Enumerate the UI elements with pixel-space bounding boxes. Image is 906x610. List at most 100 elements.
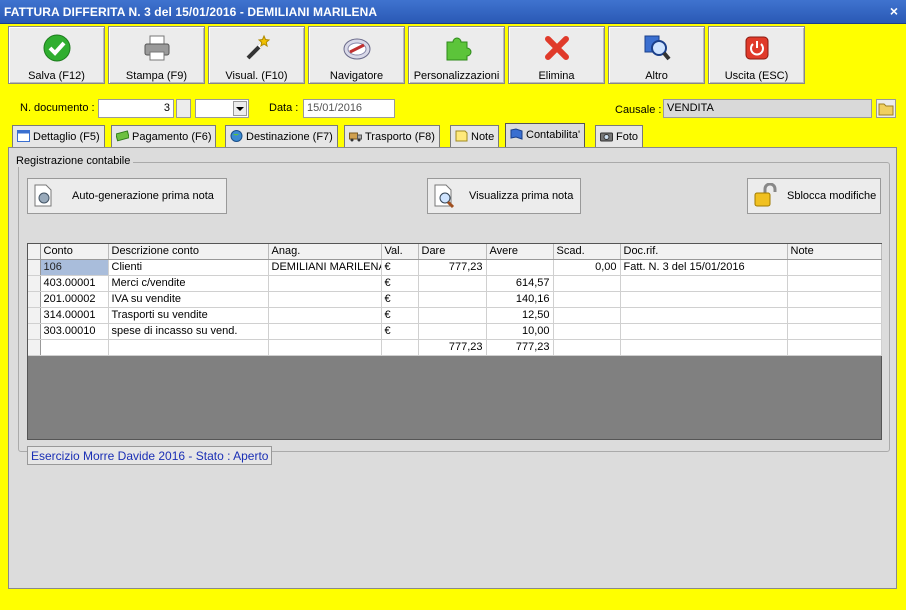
cell-scad[interactable]	[553, 307, 621, 324]
cell-anag[interactable]	[268, 323, 382, 340]
cell-descrizione[interactable]: Merci c/vendite	[108, 275, 269, 292]
row-indicator[interactable]	[28, 259, 41, 276]
chevron-down-icon[interactable]	[233, 101, 247, 116]
table-row[interactable]: 403.00001 Merci c/vendite € 614,57	[28, 275, 882, 292]
cell-conto[interactable]: 403.00001	[40, 275, 109, 292]
exit-button[interactable]: Uscita (ESC)	[708, 26, 805, 84]
col-header-scad[interactable]: Scad.	[553, 244, 621, 260]
cell-avere[interactable]: 614,57	[486, 275, 554, 292]
globe-icon	[230, 130, 243, 142]
cell-descrizione[interactable]: IVA su vendite	[108, 291, 269, 308]
cell-val[interactable]: €	[381, 275, 419, 292]
document-gear-icon	[34, 184, 52, 207]
row-indicator[interactable]	[28, 323, 41, 340]
tab-foto[interactable]: Foto	[595, 125, 644, 147]
customize-button[interactable]: Personalizzazioni	[408, 26, 505, 84]
cell-scad[interactable]	[553, 291, 621, 308]
close-icon[interactable]: ×	[890, 3, 898, 19]
save-label: Salva (F12)	[28, 70, 85, 82]
cell-conto[interactable]: 314.00001	[40, 307, 109, 324]
cell-dare[interactable]	[418, 307, 487, 324]
tab-pagamento[interactable]: Pagamento (F6)	[111, 125, 217, 147]
other-button[interactable]: Altro	[608, 26, 705, 84]
causale-browse-button[interactable]	[876, 99, 896, 118]
tab-contabilita[interactable]: Contabilita'	[505, 123, 586, 148]
cell-docrif[interactable]	[620, 291, 788, 308]
delete-button[interactable]: Elimina	[508, 26, 605, 84]
cell-anag[interactable]: DEMILIANI MARILENA	[268, 259, 382, 276]
save-button[interactable]: Salva (F12)	[8, 26, 105, 84]
table-row[interactable]: 201.00002 IVA su vendite € 140,16	[28, 291, 882, 308]
cell-conto[interactable]: 201.00002	[40, 291, 109, 308]
contabilita-panel: Registrazione contabile Auto-generazione…	[8, 147, 897, 589]
col-header-avere[interactable]: Avere	[486, 244, 554, 260]
unlock-button[interactable]: Sblocca modifiche	[747, 178, 881, 214]
preview-button[interactable]: Visual. (F10)	[208, 26, 305, 84]
cell-scad[interactable]	[553, 323, 621, 340]
cell-avere[interactable]	[486, 259, 554, 276]
cell-docrif[interactable]	[620, 307, 788, 324]
row-indicator[interactable]	[28, 275, 41, 292]
col-header-descrizione[interactable]: Descrizione conto	[108, 244, 269, 260]
cell-val[interactable]: €	[381, 323, 419, 340]
cell-descrizione[interactable]: spese di incasso su vend.	[108, 323, 269, 340]
cell-anag[interactable]	[268, 275, 382, 292]
accounting-table: Conto Descrizione conto Anag. Val. Dare …	[28, 244, 882, 356]
cell-docrif[interactable]	[620, 275, 788, 292]
col-header-docrif[interactable]: Doc.rif.	[620, 244, 788, 260]
cell-scad[interactable]	[553, 275, 621, 292]
row-indicator[interactable]	[28, 291, 41, 308]
tab-note[interactable]: Note	[450, 125, 500, 147]
doc-number-spin-button[interactable]	[176, 99, 191, 118]
cell-note[interactable]	[787, 291, 882, 308]
cell-dare[interactable]	[418, 323, 487, 340]
table-row[interactable]: 314.00001 Trasporti su vendite € 12,50	[28, 307, 882, 324]
col-header-note[interactable]: Note	[787, 244, 882, 260]
cell-val[interactable]: €	[381, 307, 419, 324]
causale-field[interactable]: VENDITA	[663, 99, 872, 118]
navigator-button[interactable]: Navigatore	[308, 26, 405, 84]
cell-val[interactable]: €	[381, 291, 419, 308]
cell-dare[interactable]: 777,23	[418, 259, 487, 276]
col-header-dare[interactable]: Dare	[418, 244, 487, 260]
cell-descrizione[interactable]: Clienti	[108, 259, 269, 276]
cell-note[interactable]	[787, 275, 882, 292]
cell-anag[interactable]	[268, 291, 382, 308]
col-header-anag[interactable]: Anag.	[268, 244, 382, 260]
auto-generate-button[interactable]: Auto-generazione prima nota	[27, 178, 227, 214]
tab-destinazione[interactable]: Destinazione (F7)	[225, 125, 338, 147]
date-field[interactable]: 15/01/2016	[303, 99, 395, 118]
print-button[interactable]: Stampa (F9)	[108, 26, 205, 84]
table-row[interactable]: 106 Clienti DEMILIANI MARILENA € 777,23 …	[28, 259, 882, 276]
cell-descrizione[interactable]: Trasporti su vendite	[108, 307, 269, 324]
cell-note[interactable]	[787, 323, 882, 340]
col-header-conto[interactable]: Conto	[40, 244, 109, 260]
table-row[interactable]: 303.00010 spese di incasso su vend. € 10…	[28, 323, 882, 340]
cell-scad[interactable]: 0,00	[553, 259, 621, 276]
cell-docrif[interactable]	[620, 323, 788, 340]
cell-avere[interactable]: 10,00	[486, 323, 554, 340]
cell-note[interactable]	[787, 307, 882, 324]
doc-number-field[interactable]: 3	[98, 99, 174, 118]
cell-conto[interactable]: 106	[40, 259, 109, 276]
preview-label: Visual. (F10)	[225, 70, 288, 82]
row-indicator[interactable]	[28, 307, 41, 324]
tab-trasporto[interactable]: Trasporto (F8)	[344, 125, 440, 147]
cell-dare[interactable]	[418, 275, 487, 292]
cell-dare[interactable]	[418, 291, 487, 308]
view-prima-nota-button[interactable]: Visualizza prima nota	[427, 178, 581, 214]
cell-note[interactable]	[787, 259, 882, 276]
tab-foto-label: Foto	[616, 131, 639, 143]
row-indicator-header	[28, 244, 41, 260]
cell-avere[interactable]: 140,16	[486, 291, 554, 308]
other-label: Altro	[645, 70, 668, 82]
date-label: Data :	[269, 102, 299, 114]
tab-dettaglio[interactable]: Dettaglio (F5)	[12, 125, 105, 147]
cell-docrif[interactable]: Fatt. N. 3 del 15/01/2016	[620, 259, 788, 276]
cell-avere[interactable]: 12,50	[486, 307, 554, 324]
check-icon	[43, 34, 70, 62]
col-header-val[interactable]: Val.	[381, 244, 419, 260]
cell-conto[interactable]: 303.00010	[40, 323, 109, 340]
cell-anag[interactable]	[268, 307, 382, 324]
cell-val[interactable]: €	[381, 259, 419, 276]
